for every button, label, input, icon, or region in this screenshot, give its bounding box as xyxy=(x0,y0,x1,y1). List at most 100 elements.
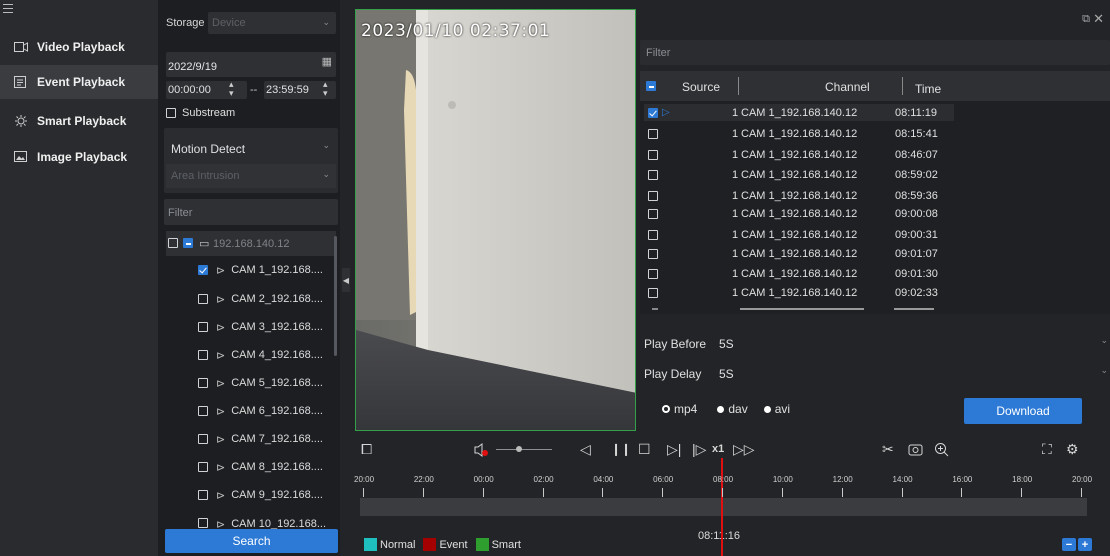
select-all-checkbox[interactable] xyxy=(646,81,656,91)
event-row[interactable]: 1 CAM 1_192.168.140.12 09:02:33 xyxy=(644,284,954,301)
event-row[interactable]: 1 CAM 1_192.168.140.12 08:46:07 xyxy=(644,146,954,163)
device-filter-input[interactable]: Filter xyxy=(164,199,338,225)
start-time-field[interactable]: 00:00:00 ▴ ▾ xyxy=(166,80,247,99)
video-view[interactable]: 2023/01/10 02:37:01 xyxy=(355,9,636,431)
play-before-select[interactable]: 5S ⌄ xyxy=(712,330,1110,354)
camera-item[interactable]: ⊳ CAM 9_192.168.... xyxy=(198,481,323,509)
event-filter-input[interactable]: Filter xyxy=(640,40,1110,65)
date-field[interactable]: 2022/9/19 ▦ xyxy=(166,52,336,77)
video-playback-icon xyxy=(14,41,28,53)
end-time-field[interactable]: 23:59:59 ▴ ▾ xyxy=(264,80,336,99)
device-tree-node[interactable]: ▭ 192.168.140.12 xyxy=(166,231,336,256)
zoom-out-timeline-button[interactable]: − xyxy=(1062,538,1076,551)
timeline-tick-label: 16:00 xyxy=(952,475,973,484)
nav-item-video-playback[interactable]: Video Playback xyxy=(0,30,158,64)
stop-icon[interactable]: ☐ xyxy=(638,442,651,456)
substream-checkbox[interactable]: Substream xyxy=(166,107,235,119)
camera-item[interactable]: ⊳ CAM 2_192.168.... xyxy=(198,285,323,313)
zoom-in-icon[interactable] xyxy=(934,442,949,459)
column-time[interactable]: Time xyxy=(915,82,941,96)
nav-item-event-playback[interactable]: Event Playback xyxy=(0,65,158,99)
event-channel: CAM 1_192.168.140.12 xyxy=(741,247,858,260)
camera-item[interactable]: ⊳ CAM 7_192.168.... xyxy=(198,425,323,453)
nav-item-image-playback[interactable]: Image Playback xyxy=(0,140,158,174)
volume-slider[interactable] xyxy=(496,446,552,452)
calendar-icon[interactable]: ▦ xyxy=(322,55,332,68)
storage-label: Storage xyxy=(166,17,205,29)
smart-playback-icon xyxy=(14,115,28,127)
event-row[interactable]: 1 CAM 1_192.168.140.12 09:01:30 xyxy=(644,265,954,282)
tree-scrollbar[interactable] xyxy=(334,236,337,356)
sub-type-select[interactable]: Area Intrusion ⌄ xyxy=(166,164,336,188)
video-frame xyxy=(356,10,635,430)
time-stepper-icon[interactable]: ▴ ▾ xyxy=(229,80,234,98)
event-channel: CAM 1_192.168.140.12 xyxy=(741,286,858,299)
event-row[interactable]: 1 CAM 1_192.168.140.12 08:59:02 xyxy=(644,166,954,183)
download-button[interactable]: Download xyxy=(964,398,1082,424)
event-playback-window: Video Playback Event Playback Smart Play… xyxy=(0,0,1110,556)
camera-item[interactable]: ⊳ CAM 10_192.168... xyxy=(198,509,326,529)
next-frame-icon[interactable]: ▷| xyxy=(667,442,681,456)
clip-icon[interactable]: ✂ xyxy=(882,442,894,456)
event-row[interactable]: 1 CAM 1_192.168.140.12 09:01:07 xyxy=(644,245,954,262)
column-channel[interactable]: Channel xyxy=(825,80,870,94)
gear-icon[interactable]: ⚙ xyxy=(1066,442,1079,456)
camera-icon: ⊳ xyxy=(216,489,226,502)
camera-item[interactable]: ⊳ CAM 6_192.168.... xyxy=(198,397,323,425)
camera-item[interactable]: ⊳ CAM 3_192.168.... xyxy=(198,313,323,341)
format-options: mp4 dav avi xyxy=(662,402,790,416)
collapse-left-icon[interactable]: ◀ xyxy=(342,268,350,292)
column-source[interactable]: Source xyxy=(682,80,720,94)
nav-item-smart-playback[interactable]: Smart Playback xyxy=(0,104,158,138)
camera-item[interactable]: ⊳ CAM 4_192.168.... xyxy=(198,341,323,369)
play-delay-value: 5S xyxy=(719,367,734,381)
timeline-tick-label: 14:00 xyxy=(892,475,913,484)
camera-item[interactable]: ⊳ CAM 1_192.168.... xyxy=(198,256,323,284)
partial-checkbox-icon xyxy=(183,238,193,248)
checkbox-icon xyxy=(648,248,658,259)
format-mp4-radio[interactable]: mp4 xyxy=(662,402,697,416)
menu-icon[interactable] xyxy=(3,3,13,13)
format-avi-radio[interactable]: avi xyxy=(763,402,791,416)
event-row[interactable]: 1 CAM 1_192.168.140.12 08:59:36 xyxy=(644,187,954,204)
event-row[interactable]: ▷ 1 CAM 1_192.168.140.12 08:11:19 xyxy=(644,104,954,121)
mute-icon[interactable] xyxy=(473,442,489,460)
zoom-in-timeline-button[interactable]: + xyxy=(1078,538,1092,551)
event-time: 09:01:07 xyxy=(895,247,938,260)
timeline-tick-label: 08:00 xyxy=(713,475,734,484)
event-time: 09:00:08 xyxy=(895,207,938,220)
camera-icon: ⊳ xyxy=(216,321,226,334)
restore-icon[interactable]: ⧉ xyxy=(1082,13,1090,26)
close-icon[interactable]: ✕ xyxy=(1093,11,1104,27)
time-stepper-icon[interactable]: ▴ ▾ xyxy=(323,80,328,98)
format-label: avi xyxy=(774,402,791,416)
event-time: 08:46:07 xyxy=(895,148,938,161)
fullscreen-icon[interactable]: ⛶ xyxy=(1042,442,1052,456)
format-dav-radio[interactable]: dav xyxy=(717,402,748,416)
timeline-track[interactable] xyxy=(360,498,1087,516)
step-back-icon[interactable]: ◁ xyxy=(580,442,591,456)
playhead[interactable] xyxy=(721,458,723,556)
event-type-select[interactable]: Motion Detect ⌄ xyxy=(164,130,338,162)
nav-label: Image Playback xyxy=(37,150,128,164)
chevron-down-icon: ⌄ xyxy=(1100,365,1108,375)
event-time: 08:15:41 xyxy=(895,127,938,140)
event-row[interactable]: 1 CAM 1_192.168.140.12 09:00:08 xyxy=(644,205,954,222)
play-delay-select[interactable]: 5S ⌄ xyxy=(712,360,1110,384)
camera-item[interactable]: ⊳ CAM 8_192.168.... xyxy=(198,453,323,481)
fast-forward-icon[interactable]: ▷▷ xyxy=(733,442,755,456)
search-button[interactable]: Search xyxy=(165,529,338,553)
slow-play-icon[interactable]: |▷ xyxy=(692,442,706,456)
clear-window-icon[interactable]: ⧠ xyxy=(361,442,372,456)
event-time: 09:01:30 xyxy=(895,267,938,280)
pause-icon[interactable]: ❙❙ xyxy=(611,442,631,456)
event-row[interactable]: 1 CAM 1_192.168.140.12 09:00:31 xyxy=(644,226,954,243)
folder-icon: ▭ xyxy=(199,238,210,250)
snapshot-icon[interactable] xyxy=(908,442,923,458)
nav-sidebar: Video Playback Event Playback Smart Play… xyxy=(0,0,158,556)
event-row[interactable]: 1 CAM 1_192.168.140.12 08:15:41 xyxy=(644,125,954,142)
event-time: 08:59:36 xyxy=(895,189,938,202)
storage-select[interactable]: Device ⌄ xyxy=(208,12,336,34)
event-source: 1 xyxy=(732,106,739,119)
camera-item[interactable]: ⊳ CAM 5_192.168.... xyxy=(198,369,323,397)
